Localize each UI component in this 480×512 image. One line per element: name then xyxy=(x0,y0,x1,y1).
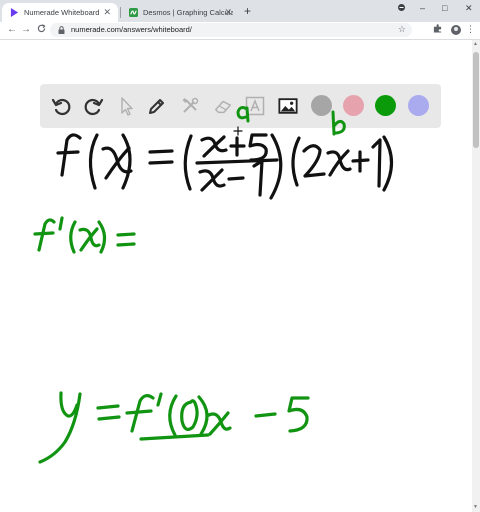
url-text: numerade.com/answers/whiteboard/ xyxy=(71,25,192,34)
lock-icon xyxy=(58,26,65,34)
maximize-button[interactable]: □ xyxy=(442,3,447,13)
address-bar[interactable]: numerade.com/answers/whiteboard/ ☆ xyxy=(50,23,412,37)
tab-desmos[interactable]: Desmos | Graphing Calculator ✕ xyxy=(121,3,239,22)
handwritten-equation-fx xyxy=(56,126,394,200)
tab-strip: Numerade Whiteboard ✕ Desmos | Graphing … xyxy=(0,0,480,22)
back-button[interactable]: ← xyxy=(7,24,17,35)
scroll-up-icon[interactable]: ▲ xyxy=(473,41,478,47)
close-window-button[interactable]: ✕ xyxy=(465,3,473,14)
handwritten-derivative-label xyxy=(33,216,136,254)
reload-button[interactable] xyxy=(37,24,46,36)
profile-avatar-icon[interactable] xyxy=(451,25,461,35)
handwritten-tangent-line xyxy=(38,391,310,464)
menu-icon[interactable]: ⋮ xyxy=(466,24,475,35)
forward-button[interactable]: → xyxy=(21,24,31,35)
tab-numerade-whiteboard[interactable]: Numerade Whiteboard ✕ xyxy=(2,3,118,22)
whiteboard-canvas[interactable] xyxy=(0,40,472,512)
tab-title: Numerade Whiteboard xyxy=(24,8,100,17)
handwritten-labels-ab xyxy=(236,106,346,136)
close-tab-icon[interactable]: ✕ xyxy=(103,7,111,18)
star-icon[interactable]: ☆ xyxy=(398,24,406,35)
page-scrollbar[interactable]: ▲ ▼ xyxy=(472,40,480,512)
minimize-button[interactable]: – xyxy=(420,3,425,13)
browser-toolbar: ← → numerade.com/answers/whiteboard/ ☆ ⋮ xyxy=(0,22,480,40)
minimize-icon[interactable] xyxy=(397,3,406,14)
new-tab-button[interactable]: + xyxy=(244,4,251,18)
close-tab-icon[interactable]: ✕ xyxy=(224,7,232,18)
tab-title: Desmos | Graphing Calculator xyxy=(143,8,233,17)
handwriting-layer xyxy=(33,106,394,464)
numerade-logo-icon xyxy=(10,8,19,17)
scrollbar-thumb[interactable] xyxy=(473,52,479,148)
scroll-down-icon[interactable]: ▼ xyxy=(473,504,478,510)
reload-icon xyxy=(37,24,46,33)
extensions-icon[interactable] xyxy=(433,24,442,35)
desmos-logo-icon xyxy=(129,8,138,17)
